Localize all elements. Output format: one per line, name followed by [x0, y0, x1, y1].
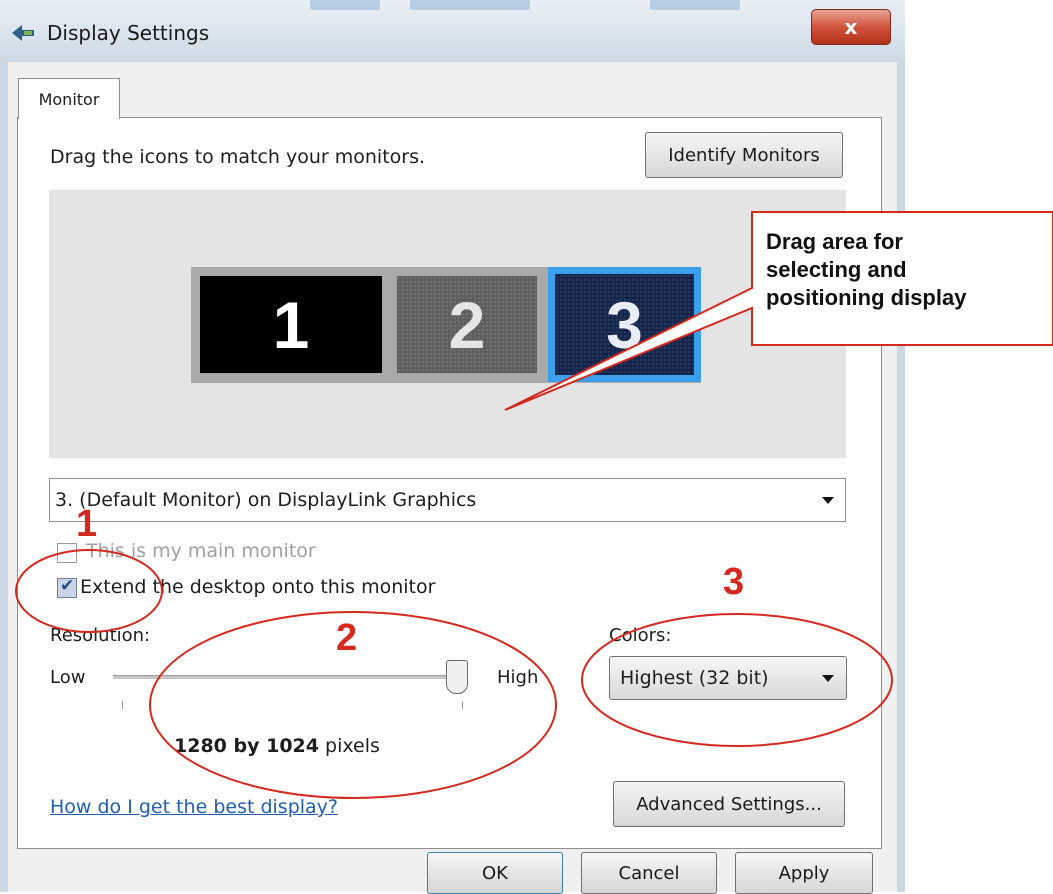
close-icon: x [844, 15, 858, 39]
resolution-slider-track[interactable] [113, 675, 460, 679]
ok-label: OK [482, 862, 508, 884]
window-title: Display Settings [47, 21, 210, 45]
titlebar-glass-decoration [310, 0, 380, 10]
ok-button[interactable]: OK [427, 852, 563, 894]
cancel-button[interactable]: Cancel [581, 852, 717, 894]
callout-line-3: positioning display [766, 285, 967, 310]
apply-label: Apply [778, 862, 830, 884]
colors-dropdown[interactable]: Highest (32 bit) [609, 656, 847, 700]
monitor-select-dropdown[interactable]: 3. (Default Monitor) on DisplayLink Grap… [49, 478, 846, 522]
best-display-help-link[interactable]: How do I get the best display? [50, 796, 338, 818]
chevron-down-icon [822, 497, 834, 504]
window-frame-left [0, 62, 8, 892]
annotation-number-2: 2 [336, 617, 358, 659]
monitor-icon-3-label: 3 [555, 274, 694, 375]
resolution-high-label: High [497, 667, 539, 688]
resolution-label: Resolution: [50, 625, 151, 646]
resolution-low-label: Low [50, 667, 86, 688]
annotation-number-3: 3 [723, 561, 745, 603]
callout-line-1: Drag area for [766, 229, 903, 254]
title-bar[interactable]: Display Settings x [0, 0, 905, 62]
apply-button[interactable]: Apply [735, 852, 873, 894]
monitor-icon-2[interactable]: 2 [397, 276, 537, 373]
slider-tick [462, 701, 463, 709]
monitor-icon-3-selected[interactable]: 3 [548, 267, 701, 382]
advanced-settings-label: Advanced Settings... [636, 793, 822, 815]
main-monitor-label: This is my main monitor [86, 540, 316, 562]
drag-instruction: Drag the icons to match your monitors. [50, 146, 426, 168]
window-frame-right [897, 62, 905, 892]
titlebar-glass-decoration [410, 0, 530, 10]
identify-monitors-button[interactable]: Identify Monitors [645, 132, 843, 178]
close-button[interactable]: x [811, 9, 891, 45]
tab-monitor[interactable]: Monitor [18, 78, 120, 119]
extend-desktop-checkbox[interactable] [57, 576, 77, 598]
titlebar-glass-decoration [650, 0, 740, 10]
annotation-number-1: 1 [76, 503, 98, 545]
callout-text: Drag area for selecting and positioning … [766, 228, 966, 312]
resolution-value-text: 1280 by 1024 pixels [174, 735, 380, 757]
main-monitor-checkbox[interactable] [57, 543, 77, 563]
display-settings-icon [12, 25, 34, 41]
colors-label: Colors: [609, 625, 672, 646]
advanced-settings-button[interactable]: Advanced Settings... [613, 781, 845, 827]
monitor-select-value: 3. (Default Monitor) on DisplayLink Grap… [55, 489, 477, 511]
chevron-down-icon [822, 675, 834, 682]
colors-value: Highest (32 bit) [620, 667, 769, 689]
callout-line-2: selecting and [766, 257, 907, 282]
resolution-value: 1280 by 1024 [174, 735, 319, 757]
monitor-icon-1[interactable]: 1 [200, 276, 382, 373]
cancel-label: Cancel [618, 862, 680, 884]
slider-tick [122, 701, 123, 709]
extend-desktop-label: Extend the desktop onto this monitor [80, 576, 436, 598]
resolution-slider-thumb[interactable] [446, 660, 468, 694]
resolution-unit: pixels [325, 735, 380, 757]
identify-monitors-label: Identify Monitors [668, 144, 820, 166]
